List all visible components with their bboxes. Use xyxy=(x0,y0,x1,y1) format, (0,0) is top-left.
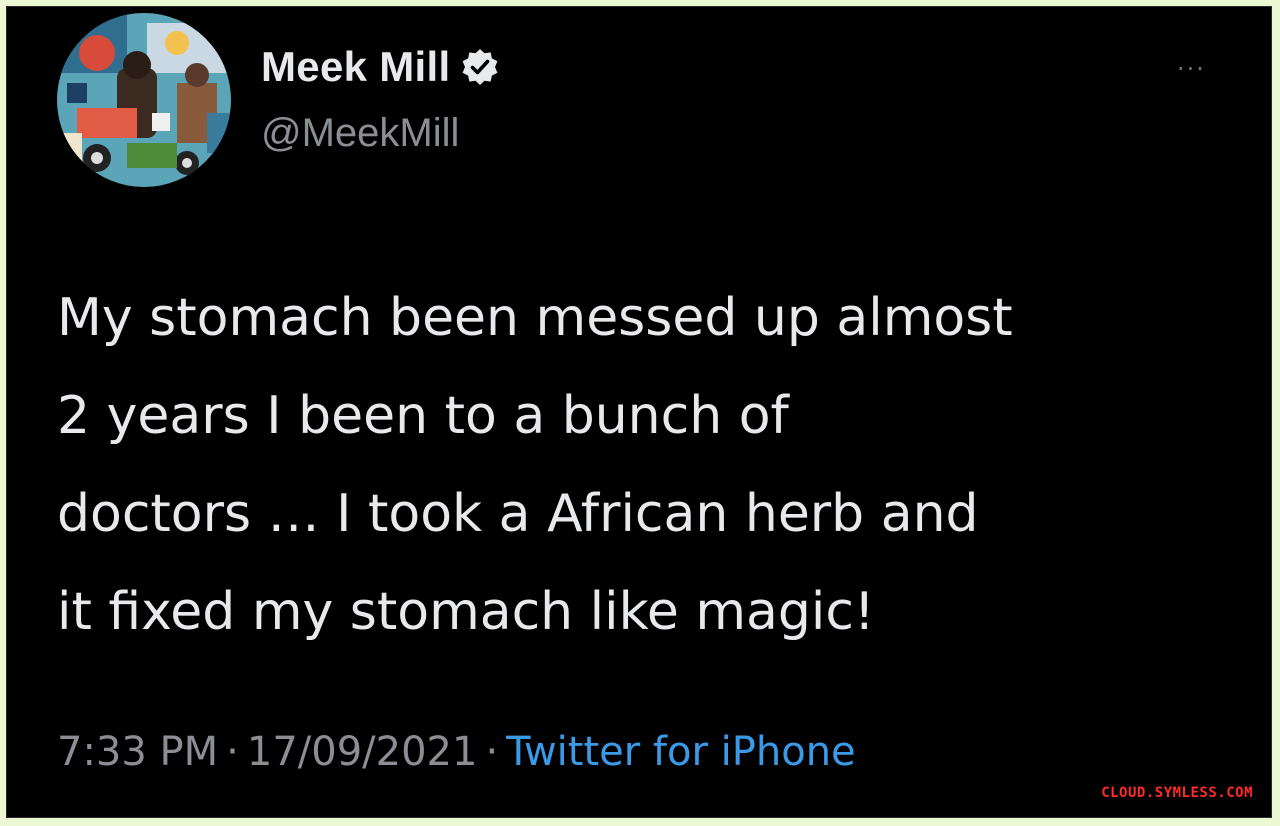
meta-separator: · xyxy=(485,729,499,775)
tweet-text: My stomach been messed up almost 2 years… xyxy=(57,269,1257,661)
tweet-card: Meek Mill @MeekMill ··· My stomach been … xyxy=(6,6,1272,818)
watermark: CLOUD.SYMLESS.COM xyxy=(1101,785,1253,801)
tweet-text-line: doctors … I took a African herb and xyxy=(57,484,979,544)
avatar-artwork xyxy=(57,13,231,187)
avatar[interactable] xyxy=(57,13,231,187)
tweet-source-link[interactable]: Twitter for iPhone xyxy=(506,729,856,775)
tweet-date[interactable]: 17/09/2021 xyxy=(247,729,478,775)
tweet-text-line: My stomach been messed up almost xyxy=(57,288,1013,348)
author-handle[interactable]: @MeekMill xyxy=(261,111,459,156)
author-name-row: Meek Mill xyxy=(261,43,500,91)
tweet-text-line: 2 years I been to a bunch of xyxy=(57,386,789,446)
more-options-icon[interactable]: ··· xyxy=(1177,55,1206,83)
tweet-meta: 7:33 PM · 17/09/2021 · Twitter for iPhone xyxy=(57,729,856,775)
meta-separator: · xyxy=(226,729,239,775)
tweet-text-line: it fixed my stomach like magic! xyxy=(57,582,875,642)
author-display-name[interactable]: Meek Mill xyxy=(261,43,450,91)
verified-badge-icon xyxy=(460,47,500,87)
tweet-time[interactable]: 7:33 PM xyxy=(57,729,218,775)
